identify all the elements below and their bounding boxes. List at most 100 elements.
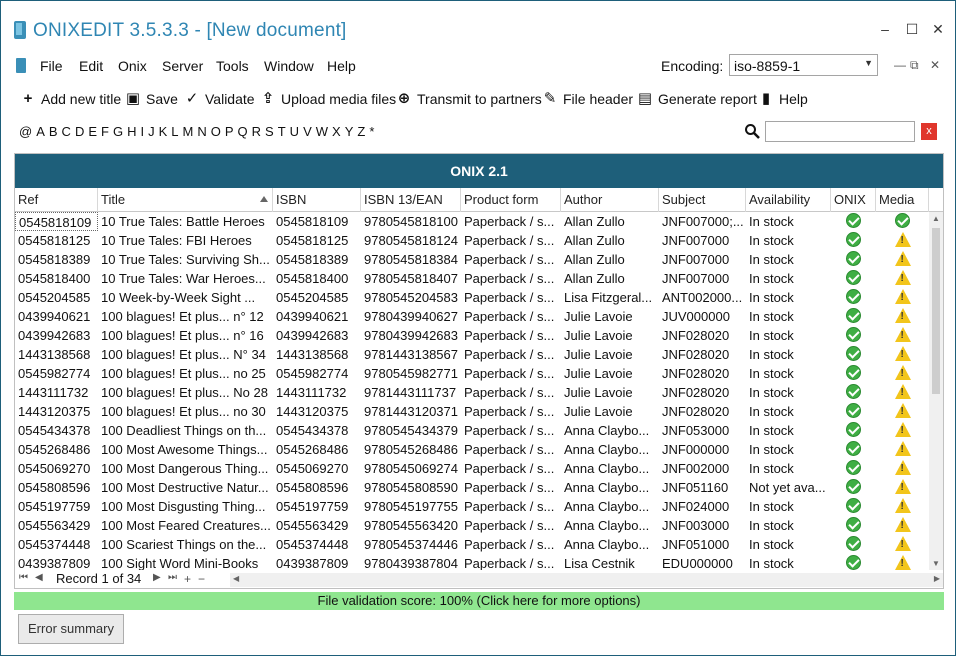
cell-isbn[interactable]: 0545808596	[273, 478, 361, 497]
cell-author[interactable]: Julie Lavoie	[561, 345, 659, 364]
table-row[interactable]: 0545808596 100 Most Destructive Natur... 0…	[15, 478, 929, 497]
alpha-filter-item[interactable]: Q	[238, 124, 248, 139]
cell-product-form[interactable]: Paperback / s...	[461, 250, 561, 269]
header-col-onix[interactable]: ONIX	[831, 188, 876, 212]
cell-author[interactable]: Anna Claybo...	[561, 497, 659, 516]
cell-author[interactable]: Julie Lavoie	[561, 307, 659, 326]
cell-title[interactable]: 100 Most Disgusting Thing...	[98, 497, 273, 516]
cell-availability[interactable]: In stock	[746, 497, 831, 516]
cell-product-form[interactable]: Paperback / s...	[461, 497, 561, 516]
cell-product-form[interactable]: Paperback / s...	[461, 421, 561, 440]
remove-record-button[interactable]: −	[198, 572, 205, 586]
cell-availability[interactable]: In stock	[746, 535, 831, 554]
cell-isbn13[interactable]: 9780545563420	[361, 516, 461, 535]
table-row[interactable]: 0545563429 100 Most Feared Creatures... 05…	[15, 516, 929, 535]
cell-isbn[interactable]: 0545069270	[273, 459, 361, 478]
cell-author[interactable]: Anna Claybo...	[561, 478, 659, 497]
cell-isbn[interactable]: 0545197759	[273, 497, 361, 516]
cell-availability[interactable]: In stock	[746, 459, 831, 478]
cell-isbn13[interactable]: 9780545982771	[361, 364, 461, 383]
search-input[interactable]	[765, 121, 915, 142]
cell-ref[interactable]: 0545563429	[15, 516, 98, 535]
cell-subject[interactable]: JNF007000	[659, 250, 746, 269]
cell-ref[interactable]: 0545268486	[15, 440, 98, 459]
cell-title[interactable]: 100 blagues! Et plus... n° 12	[98, 307, 273, 326]
cell-isbn13[interactable]: 9780439940627	[361, 307, 461, 326]
cell-ref[interactable]: 0439387809	[15, 554, 98, 570]
cell-title[interactable]: 10 True Tales: Battle Heroes	[98, 212, 273, 231]
alpha-filter-item[interactable]: J	[148, 124, 155, 139]
cell-ref[interactable]: 0545197759	[15, 497, 98, 516]
table-row[interactable]: 0545818125 10 True Tales: FBI Heroes 05458…	[15, 231, 929, 250]
cell-product-form[interactable]: Paperback / s...	[461, 345, 561, 364]
table-row[interactable]: 0545374448 100 Scariest Things on the... 0…	[15, 535, 929, 554]
cell-isbn13[interactable]: 9780545818407	[361, 269, 461, 288]
menu-onix[interactable]: Onix	[118, 58, 147, 74]
cell-availability[interactable]: In stock	[746, 383, 831, 402]
cell-author[interactable]: Allan Zullo	[561, 212, 659, 231]
scroll-right-icon[interactable]: ▶	[934, 574, 940, 583]
cell-ref[interactable]: 0545818125	[15, 231, 98, 250]
scroll-thumb[interactable]	[932, 228, 940, 394]
table-row[interactable]: 0545204585 10 Week-by-Week Sight ... 05452…	[15, 288, 929, 307]
save-button[interactable]: ▣ Save	[125, 89, 178, 109]
cell-title[interactable]: 100 Most Destructive Natur...	[98, 478, 273, 497]
cell-product-form[interactable]: Paperback / s...	[461, 269, 561, 288]
cell-ref[interactable]: 0545374448	[15, 535, 98, 554]
cell-title[interactable]: 10 True Tales: War Heroes...	[98, 269, 273, 288]
cell-author[interactable]: Anna Claybo...	[561, 421, 659, 440]
cell-availability[interactable]: In stock	[746, 269, 831, 288]
cell-isbn[interactable]: 0545818125	[273, 231, 361, 250]
cell-product-form[interactable]: Paperback / s...	[461, 364, 561, 383]
cell-isbn[interactable]: 0545818109	[273, 212, 361, 231]
cell-isbn[interactable]: 1443120375	[273, 402, 361, 421]
alpha-filter-item[interactable]: H	[127, 124, 136, 139]
alpha-filter-item[interactable]: *	[369, 124, 374, 139]
cell-author[interactable]: Julie Lavoie	[561, 326, 659, 345]
validation-status-bar[interactable]: File validation score: 100% (Click here …	[14, 592, 944, 610]
add-title-button[interactable]: + Add new title	[20, 89, 122, 109]
cell-product-form[interactable]: Paperback / s...	[461, 535, 561, 554]
cell-ref[interactable]: 0545982774	[15, 364, 98, 383]
header-col-ref[interactable]: Ref	[15, 188, 98, 212]
error-summary-button[interactable]: Error summary	[18, 614, 124, 644]
header-col-isbn[interactable]: ISBN	[273, 188, 361, 212]
cell-author[interactable]: Lisa Cestnik	[561, 554, 659, 570]
alpha-filter-item[interactable]: G	[113, 124, 123, 139]
cell-availability[interactable]: In stock	[746, 421, 831, 440]
cell-title[interactable]: 100 Most Feared Creatures...	[98, 516, 273, 535]
table-row[interactable]: 1443111732 100 blagues! Et plus... No 28 1…	[15, 383, 929, 402]
cell-author[interactable]: Julie Lavoie	[561, 402, 659, 421]
alpha-filter-item[interactable]: O	[211, 124, 221, 139]
horizontal-scrollbar[interactable]: ◀ ▶	[230, 573, 943, 587]
table-row[interactable]: 0545818389 10 True Tales: Surviving Sh...…	[15, 250, 929, 269]
alpha-filter-item[interactable]: B	[49, 124, 58, 139]
maximize-button[interactable]: ☐	[904, 21, 920, 37]
cell-availability[interactable]: In stock	[746, 516, 831, 535]
cell-isbn13[interactable]: 9780439942683	[361, 326, 461, 345]
cell-product-form[interactable]: Paperback / s...	[461, 288, 561, 307]
cell-subject[interactable]: JNF028020	[659, 402, 746, 421]
cell-ref[interactable]: 1443111732	[15, 383, 98, 402]
cell-ref[interactable]: 0439942683	[15, 326, 98, 345]
cell-subject[interactable]: JNF000000	[659, 440, 746, 459]
cell-isbn[interactable]: 1443111732	[273, 383, 361, 402]
cell-product-form[interactable]: Paperback / s...	[461, 478, 561, 497]
scroll-left-icon[interactable]: ◀	[233, 574, 239, 583]
cell-availability[interactable]: In stock	[746, 288, 831, 307]
alpha-filter-item[interactable]: A	[36, 124, 45, 139]
cell-isbn13[interactable]: 9780545434379	[361, 421, 461, 440]
scroll-down-icon[interactable]: ▼	[932, 559, 940, 568]
cell-isbn[interactable]: 0439387809	[273, 554, 361, 570]
cell-availability[interactable]: In stock	[746, 212, 831, 231]
table-row[interactable]: 1443138568 100 blagues! Et plus... N° 34 1…	[15, 345, 929, 364]
cell-author[interactable]: Allan Zullo	[561, 250, 659, 269]
cell-isbn13[interactable]: 9780545204583	[361, 288, 461, 307]
cell-product-form[interactable]: Paperback / s...	[461, 459, 561, 478]
help-button[interactable]: ▮ Help	[758, 89, 808, 109]
cell-isbn[interactable]: 0439942683	[273, 326, 361, 345]
first-record-button[interactable]: ⏮	[19, 572, 28, 583]
cell-ref[interactable]: 1443138568	[15, 345, 98, 364]
cell-isbn[interactable]: 0545204585	[273, 288, 361, 307]
mdi-restore-button[interactable]: ⧉	[910, 58, 919, 73]
